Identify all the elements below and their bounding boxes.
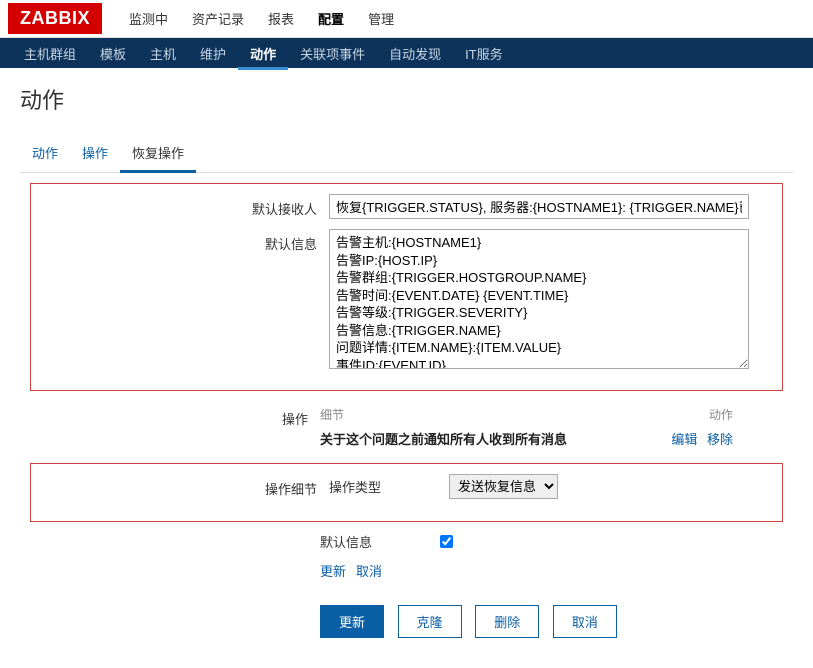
- delete-button[interactable]: 删除: [475, 605, 539, 638]
- top-nav-item[interactable]: 报表: [256, 0, 306, 38]
- recovery-message-box: 默认接收人 默认信息: [30, 183, 783, 391]
- operations-col-detail: 细节: [320, 406, 344, 423]
- logo: ZABBIX: [8, 3, 102, 34]
- detail-update-link[interactable]: 更新: [320, 561, 346, 580]
- sub-nav: 主机群组模板主机维护动作关联项事件自动发现IT服务: [0, 38, 813, 68]
- sub-nav-item[interactable]: 主机群组: [12, 37, 88, 70]
- page-title: 动作: [20, 83, 793, 115]
- default-msg-checkbox-label: 默认信息: [320, 532, 440, 551]
- top-nav: 监测中资产记录报表配置管理: [117, 0, 406, 38]
- operation-type-label: 操作类型: [329, 477, 449, 496]
- operations-col-action: 动作: [709, 406, 733, 423]
- sub-nav-item[interactable]: 自动发现: [377, 37, 453, 70]
- sub-nav-item[interactable]: IT服务: [453, 37, 515, 70]
- operations-label: 操作: [30, 406, 320, 448]
- update-button[interactable]: 更新: [320, 605, 384, 638]
- page-content: 动作 动作操作恢复操作 默认接收人 默认信息 操作 细节 动作: [0, 68, 813, 668]
- top-nav-item[interactable]: 配置: [306, 0, 356, 38]
- top-nav-item[interactable]: 资产记录: [180, 0, 256, 38]
- default-recipient-input[interactable]: [329, 194, 749, 219]
- default-message-textarea[interactable]: [329, 229, 749, 369]
- sub-nav-item[interactable]: 动作: [238, 37, 288, 70]
- default-recipient-label: 默认接收人: [39, 194, 329, 218]
- operations-row: 关于这个问题之前通知所有人收到所有消息 编辑 移除: [320, 429, 783, 448]
- sub-nav-item[interactable]: 维护: [188, 37, 238, 70]
- tab[interactable]: 恢复操作: [120, 135, 196, 173]
- top-bar: ZABBIX 监测中资产记录报表配置管理: [0, 0, 813, 38]
- operation-detail-label: 操作细节: [39, 474, 329, 498]
- sub-nav-item[interactable]: 模板: [88, 37, 138, 70]
- tab[interactable]: 操作: [70, 135, 120, 172]
- top-nav-item[interactable]: 管理: [356, 0, 406, 38]
- cancel-button[interactable]: 取消: [553, 605, 617, 638]
- clone-button[interactable]: 克隆: [398, 605, 462, 638]
- tabs: 动作操作恢复操作: [20, 135, 793, 173]
- detail-cancel-link[interactable]: 取消: [356, 561, 382, 580]
- top-nav-item[interactable]: 监测中: [117, 0, 180, 38]
- sub-nav-item[interactable]: 主机: [138, 37, 188, 70]
- operations-section: 操作 细节 动作 关于这个问题之前通知所有人收到所有消息 编辑 移除: [30, 406, 783, 448]
- default-msg-checkbox[interactable]: [440, 535, 453, 548]
- default-message-label: 默认信息: [39, 229, 329, 253]
- bottom-buttons: 更新 克隆 删除 取消: [320, 605, 793, 638]
- sub-nav-item[interactable]: 关联项事件: [288, 37, 377, 70]
- operations-row-desc: 关于这个问题之前通知所有人收到所有消息: [320, 429, 567, 448]
- operation-detail-box: 操作细节 操作类型 发送恢复信息: [30, 463, 783, 522]
- tab[interactable]: 动作: [20, 135, 70, 172]
- operation-type-select[interactable]: 发送恢复信息: [449, 474, 558, 499]
- operations-remove-link[interactable]: 移除: [707, 432, 733, 447]
- operations-edit-link[interactable]: 编辑: [671, 432, 697, 447]
